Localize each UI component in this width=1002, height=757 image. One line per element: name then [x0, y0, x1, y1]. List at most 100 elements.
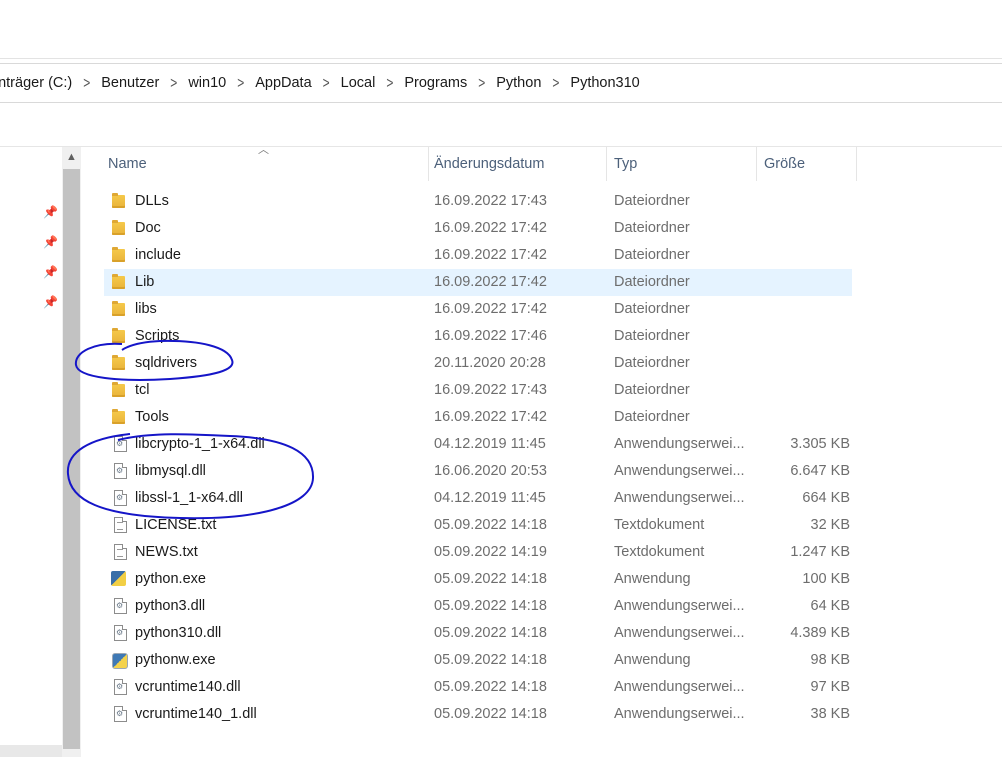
file-date: 16.09.2022 17:43	[434, 193, 547, 209]
chevron-right-icon[interactable]: >	[386, 74, 393, 92]
file-name: pythonw.exe	[135, 652, 216, 668]
breadcrumb-programs[interactable]: Programs	[402, 75, 469, 91]
file-size: 4.389 KB	[790, 625, 850, 641]
file-row[interactable]: tcl 16.09.2022 17:43 Dateiordner	[104, 377, 864, 404]
file-date: 05.09.2022 14:18	[434, 679, 547, 695]
nav-scrollbar[interactable]: ▲	[62, 147, 81, 757]
navigation-pane: 📌 📌 📌 📌	[0, 147, 62, 757]
file-row[interactable]: Doc 16.09.2022 17:42 Dateiordner	[104, 215, 864, 242]
chevron-right-icon[interactable]: >	[478, 74, 485, 92]
address-bar[interactable]: tenträger (C:) > Benutzer > win10 > AppData…	[0, 63, 1002, 103]
chevron-right-icon[interactable]: >	[237, 74, 244, 92]
column-divider[interactable]	[756, 147, 757, 181]
column-divider[interactable]	[856, 147, 857, 181]
file-date: 05.09.2022 14:18	[434, 598, 547, 614]
chevron-right-icon[interactable]: >	[83, 74, 90, 92]
dll-file-icon	[114, 673, 127, 700]
scrollbar-thumb[interactable]	[63, 169, 80, 749]
file-row[interactable]: Scripts 16.09.2022 17:46 Dateiordner	[104, 323, 864, 350]
file-type: Dateiordner	[614, 247, 690, 263]
file-row[interactable]: Lib 16.09.2022 17:42 Dateiordner	[104, 269, 852, 296]
folder-icon	[112, 193, 125, 208]
file-name: libs	[135, 301, 157, 317]
file-date: 05.09.2022 14:18	[434, 517, 547, 533]
chevron-right-icon[interactable]: >	[170, 74, 177, 92]
file-row[interactable]: libssl-1_1-x64.dll 04.12.2019 11:45 Anwend…	[104, 484, 864, 512]
file-type: Anwendungserwei...	[614, 463, 745, 479]
file-date: 05.09.2022 14:18	[434, 571, 547, 587]
pin-icon[interactable]: 📌	[43, 265, 58, 279]
file-row[interactable]: vcruntime140_1.dll 05.09.2022 14:18 Anwend…	[104, 700, 864, 728]
file-name: Scripts	[135, 328, 180, 344]
file-type: Dateiordner	[614, 355, 690, 371]
pythonw-exe-icon	[112, 653, 128, 669]
file-row[interactable]: DLLs 16.09.2022 17:43 Dateiordner	[104, 188, 864, 215]
file-row[interactable]: NEWS.txt 05.09.2022 14:19 Textdokument 1.24…	[104, 539, 864, 566]
column-header: ︿ Name Änderungsdatum Typ Größe	[100, 144, 860, 181]
pin-icon[interactable]: 📌	[43, 205, 58, 219]
file-name: include	[135, 247, 181, 263]
file-name: NEWS.txt	[135, 544, 198, 560]
text-file-icon	[114, 517, 127, 533]
file-type: Dateiordner	[614, 193, 690, 209]
file-row[interactable]: include 16.09.2022 17:42 Dateiordner	[104, 242, 864, 269]
breadcrumb-local[interactable]: Local	[339, 75, 378, 91]
file-type: Dateiordner	[614, 220, 690, 236]
file-name: libmysql.dll	[135, 463, 206, 479]
dll-file-icon	[114, 700, 127, 727]
breadcrumb-drive[interactable]: tenträger (C:)	[0, 75, 74, 91]
file-row[interactable]: libmysql.dll 16.06.2020 20:53 Anwendungser…	[104, 457, 864, 485]
file-row[interactable]: libcrypto-1_1-x64.dll 04.12.2019 11:45 Anw…	[104, 430, 864, 458]
file-name: vcruntime140.dll	[135, 679, 241, 695]
file-date: 16.09.2022 17:43	[434, 382, 547, 398]
column-divider[interactable]	[428, 147, 429, 181]
breadcrumb-win10[interactable]: win10	[186, 75, 228, 91]
breadcrumb-users[interactable]: Benutzer	[99, 75, 161, 91]
file-type: Anwendungserwei...	[614, 679, 745, 695]
file-row[interactable]: python310.dll 05.09.2022 14:18 Anwendungse…	[104, 619, 864, 647]
sort-ascending-icon: ︿	[258, 144, 269, 156]
file-row[interactable]: python3.dll 05.09.2022 14:18 Anwendungserw…	[104, 592, 864, 620]
file-row[interactable]: pythonw.exe 05.09.2022 14:18 Anwendung 98 K…	[104, 647, 864, 674]
file-row[interactable]: vcruntime140.dll 05.09.2022 14:18 Anwendun…	[104, 673, 864, 701]
chevron-right-icon[interactable]: >	[323, 74, 330, 92]
breadcrumb-appdata[interactable]: AppData	[253, 75, 313, 91]
file-name: python310.dll	[135, 625, 222, 641]
file-date: 05.09.2022 14:18	[434, 652, 547, 668]
file-date: 05.09.2022 14:18	[434, 625, 547, 641]
file-name: vcruntime140_1.dll	[135, 706, 257, 722]
file-row[interactable]: python.exe 05.09.2022 14:18 Anwendung 100 K…	[104, 566, 864, 593]
file-size: 1.247 KB	[790, 544, 850, 560]
breadcrumb-python[interactable]: Python	[494, 75, 543, 91]
file-type: Anwendung	[614, 652, 691, 668]
file-type: Textdokument	[614, 517, 705, 533]
pin-icon[interactable]: 📌	[43, 235, 58, 249]
file-row[interactable]: LICENSE.txt 05.09.2022 14:18 Textdokument 3…	[104, 512, 864, 539]
column-type[interactable]: Typ	[614, 147, 637, 181]
chevron-right-icon[interactable]: >	[552, 74, 559, 92]
file-date: 16.09.2022 17:42	[434, 247, 547, 263]
column-date[interactable]: Änderungsdatum	[434, 147, 544, 181]
file-type: Anwendungserwei...	[614, 598, 745, 614]
file-date: 05.09.2022 14:18	[434, 706, 547, 722]
column-name[interactable]: Name	[108, 147, 147, 181]
chevron-up-icon[interactable]: ▲	[62, 147, 81, 167]
file-name: sqldrivers	[135, 355, 198, 371]
breadcrumb-python310[interactable]: Python310	[568, 75, 641, 91]
file-row[interactable]: sqldrivers 20.11.2020 20:28 Dateiordner	[104, 350, 864, 377]
file-date: 16.09.2022 17:42	[434, 301, 547, 317]
pin-icon[interactable]: 📌	[43, 295, 58, 309]
file-name: LICENSE.txt	[135, 517, 217, 533]
file-date: 16.09.2022 17:42	[434, 220, 547, 236]
file-row[interactable]: Tools 16.09.2022 17:42 Dateiordner	[104, 404, 864, 431]
file-name: Tools	[135, 409, 169, 425]
file-row[interactable]: libs 16.09.2022 17:42 Dateiordner	[104, 296, 864, 323]
file-type: Textdokument	[614, 544, 705, 560]
file-size: 32 KB	[810, 517, 851, 533]
file-date: 16.06.2020 20:53	[434, 463, 547, 479]
horizontal-scrollbar[interactable]	[0, 745, 62, 757]
file-type: Anwendungserwei...	[614, 436, 745, 452]
column-divider[interactable]	[606, 147, 607, 181]
dll-file-icon	[114, 619, 127, 646]
column-size[interactable]: Größe	[764, 147, 805, 181]
